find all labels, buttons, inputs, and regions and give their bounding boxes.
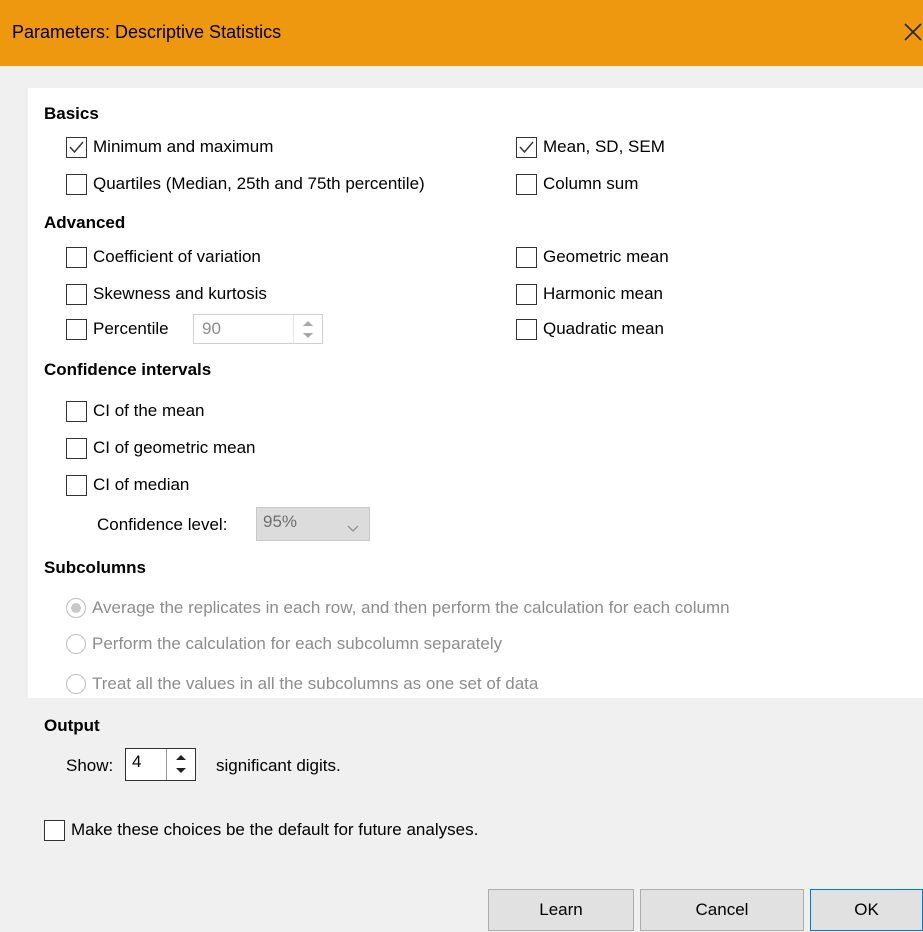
checkbox-label: CI of geometric mean — [93, 438, 256, 457]
checkbox-ci-geometric-mean[interactable]: CI of geometric mean — [66, 435, 256, 461]
checkbox-label: Minimum and maximum — [93, 137, 274, 156]
checkbox-label: Quartiles (Median, 25th and 75th percent… — [93, 174, 425, 193]
title-bar: Parameters: Descriptive Statistics — [0, 0, 923, 66]
radio-button[interactable] — [66, 674, 86, 694]
section-output-heading: Output — [44, 716, 100, 735]
checkbox-box[interactable] — [66, 136, 87, 158]
section-confidence-heading: Confidence intervals — [44, 360, 212, 379]
checkbox-box[interactable] — [66, 283, 87, 305]
checkbox-label: Column sum — [543, 174, 639, 193]
percentile-stepper[interactable]: 90 — [193, 314, 323, 344]
radio-selected-dot — [71, 603, 81, 613]
percentile-value: 90 — [202, 319, 221, 338]
checkbox-box[interactable] — [66, 246, 87, 268]
close-icon[interactable] — [899, 14, 923, 50]
checkbox-box[interactable] — [66, 400, 87, 422]
chevron-down-icon — [347, 518, 359, 538]
radio-each-subcolumn[interactable]: Perform the calculation for each subcolu… — [66, 631, 502, 657]
checkbox-box[interactable] — [516, 283, 537, 305]
ok-button[interactable]: OK — [810, 889, 923, 931]
checkbox-label: Skewness and kurtosis — [93, 284, 267, 303]
digits-value: 4 — [132, 752, 142, 771]
checkbox-make-default[interactable]: Make these choices be the default for fu… — [44, 817, 478, 843]
learn-button[interactable]: Learn — [488, 889, 634, 931]
window-title: Parameters: Descriptive Statistics — [12, 22, 282, 42]
checkbox-box[interactable] — [516, 246, 537, 268]
checkbox-geometric-mean[interactable]: Geometric mean — [516, 244, 669, 270]
checkbox-label: Make these choices be the default for fu… — [71, 820, 479, 839]
radio-button[interactable] — [66, 634, 86, 654]
checkbox-label: Geometric mean — [543, 247, 669, 266]
checkbox-box[interactable] — [516, 136, 537, 158]
checkbox-quartiles[interactable]: Quartiles (Median, 25th and 75th percent… — [66, 171, 425, 197]
radio-one-set[interactable]: Treat all the values in all the subcolum… — [66, 671, 538, 697]
checkbox-label: CI of median — [93, 475, 190, 494]
section-subcolumns-heading: Subcolumns — [44, 558, 147, 577]
checkbox-label: Coefficient of variation — [93, 247, 261, 266]
digits-suffix-label: significant digits. — [216, 756, 341, 775]
cancel-button[interactable]: Cancel — [640, 889, 804, 931]
checkbox-label: Quadratic mean — [543, 319, 664, 338]
arrow-up-icon[interactable] — [303, 321, 313, 326]
section-basics-heading: Basics — [44, 104, 99, 123]
checkbox-label: Harmonic mean — [543, 284, 663, 303]
confidence-level-label: Confidence level: — [97, 515, 228, 534]
checkbox-column-sum[interactable]: Column sum — [516, 171, 638, 197]
checkbox-harmonic-mean[interactable]: Harmonic mean — [516, 281, 663, 307]
checkbox-coef-variation[interactable]: Coefficient of variation — [66, 244, 261, 270]
checkbox-percentile[interactable]: Percentile — [66, 316, 169, 342]
radio-label: Average the replicates in each row, and … — [92, 598, 730, 617]
checkbox-min-max[interactable]: Minimum and maximum — [66, 134, 273, 160]
checkbox-quadratic-mean[interactable]: Quadratic mean — [516, 316, 664, 342]
arrow-down-icon[interactable] — [176, 768, 186, 773]
checkbox-mean-sd-sem[interactable]: Mean, SD, SEM — [516, 134, 665, 160]
radio-label: Treat all the values in all the subcolum… — [92, 674, 539, 693]
checkbox-box[interactable] — [44, 819, 65, 841]
arrow-down-icon[interactable] — [303, 333, 313, 338]
radio-average-replicates[interactable]: Average the replicates in each row, and … — [66, 595, 730, 621]
show-label: Show: — [66, 756, 114, 775]
checkbox-label: CI of the mean — [93, 401, 205, 420]
checkbox-skewness-kurtosis[interactable]: Skewness and kurtosis — [66, 281, 267, 307]
section-advanced-heading: Advanced — [44, 213, 126, 232]
arrow-up-icon[interactable] — [176, 755, 186, 760]
checkbox-box[interactable] — [66, 437, 87, 459]
checkbox-label: Mean, SD, SEM — [543, 137, 665, 156]
checkbox-ci-mean[interactable]: CI of the mean — [66, 398, 205, 424]
confidence-level-value: 95% — [263, 512, 298, 531]
radio-button[interactable] — [66, 598, 86, 618]
stepper-arrows[interactable] — [166, 749, 195, 780]
checkbox-box[interactable] — [516, 173, 537, 195]
stepper-arrows[interactable] — [293, 315, 322, 343]
checkbox-box[interactable] — [516, 318, 537, 340]
confidence-level-select[interactable]: 95% — [256, 507, 370, 541]
checkbox-box[interactable] — [66, 474, 87, 496]
digits-stepper[interactable]: 4 — [125, 748, 196, 781]
checkbox-box[interactable] — [66, 318, 87, 340]
radio-label: Perform the calculation for each subcolu… — [92, 634, 503, 653]
checkbox-ci-median[interactable]: CI of median — [66, 472, 189, 498]
checkbox-label: Percentile — [93, 319, 169, 338]
checkbox-box[interactable] — [66, 173, 87, 195]
